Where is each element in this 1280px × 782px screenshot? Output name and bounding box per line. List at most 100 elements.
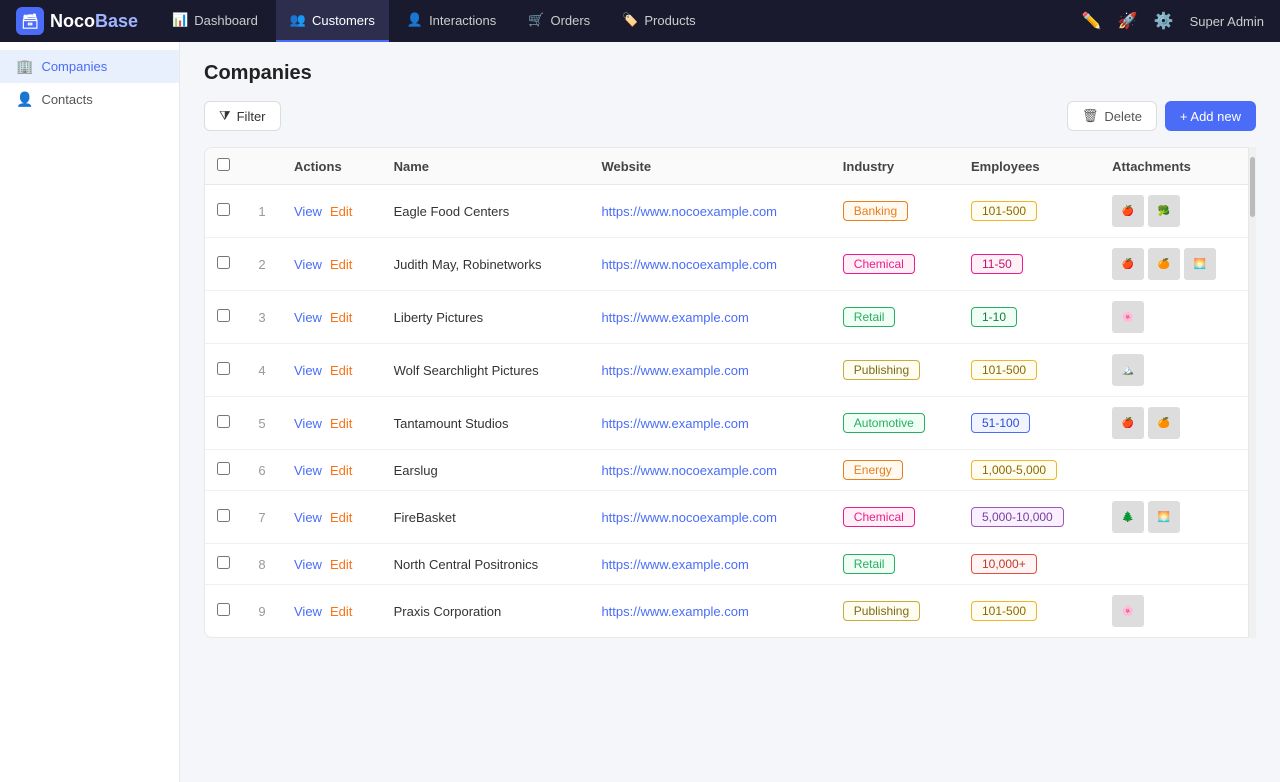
rocket-icon[interactable]: 🚀 <box>1118 11 1138 31</box>
employee-badge: 11-50 <box>971 254 1023 274</box>
row-number: 4 <box>242 344 282 397</box>
companies-table-wrap: Actions Name Website Industry Employees … <box>204 147 1256 638</box>
nav-customers-label: Customers <box>312 13 375 28</box>
row-actions: View Edit <box>282 544 382 585</box>
industry-badge: Publishing <box>843 360 920 380</box>
nav-right-section: ✏️ 🚀 ⚙️ Super Admin <box>1082 11 1264 31</box>
row-name: Tantamount Studios <box>382 397 590 450</box>
industry-badge: Retail <box>843 554 896 574</box>
edit-link[interactable]: Edit <box>330 310 352 325</box>
website-link[interactable]: https://www.example.com <box>601 363 748 378</box>
row-checkbox-0[interactable] <box>217 203 230 216</box>
delete-button[interactable]: 🗑 Delete <box>1067 101 1157 131</box>
edit-link[interactable]: Edit <box>330 363 352 378</box>
customers-icon: 👥 <box>290 12 306 28</box>
nav-customers[interactable]: 👥 Customers <box>276 0 389 42</box>
edit-link[interactable]: Edit <box>330 463 352 478</box>
row-website[interactable]: https://www.example.com <box>589 397 830 450</box>
add-new-button[interactable]: + Add new <box>1165 101 1256 131</box>
view-link[interactable]: View <box>294 363 322 378</box>
row-website[interactable]: https://www.nocoexample.com <box>589 450 830 491</box>
edit-link[interactable]: Edit <box>330 204 352 219</box>
edit-link[interactable]: Edit <box>330 416 352 431</box>
website-link[interactable]: https://www.nocoexample.com <box>601 204 777 219</box>
edit-link[interactable]: Edit <box>330 557 352 572</box>
row-website[interactable]: https://www.example.com <box>589 544 830 585</box>
attachment-thumbnails: 🍎🥦 <box>1112 195 1243 227</box>
dashboard-icon: 📊 <box>172 12 188 28</box>
nav-interactions-label: Interactions <box>429 13 496 28</box>
row-industry: Banking <box>831 185 959 238</box>
row-checkbox-7[interactable] <box>217 556 230 569</box>
row-website[interactable]: https://www.example.com <box>589 344 830 397</box>
website-link[interactable]: https://www.nocoexample.com <box>601 463 777 478</box>
nav-dashboard[interactable]: 📊 Dashboard <box>158 0 272 42</box>
row-attachments <box>1100 450 1255 491</box>
row-checkbox-6[interactable] <box>217 509 230 522</box>
row-website[interactable]: https://www.nocoexample.com <box>589 491 830 544</box>
view-link[interactable]: View <box>294 257 322 272</box>
row-name: FireBasket <box>382 491 590 544</box>
row-actions: View Edit <box>282 238 382 291</box>
row-attachments: 🌲🌅 <box>1100 491 1255 544</box>
row-actions: View Edit <box>282 291 382 344</box>
row-website[interactable]: https://www.example.com <box>589 585 830 638</box>
edit-link[interactable]: Edit <box>330 604 352 619</box>
row-checkbox-8[interactable] <box>217 603 230 616</box>
view-link[interactable]: View <box>294 416 322 431</box>
filter-icon: ⧩ <box>219 108 231 124</box>
select-all-checkbox[interactable] <box>217 158 230 171</box>
view-link[interactable]: View <box>294 204 322 219</box>
row-employees: 51-100 <box>959 397 1100 450</box>
edit-link[interactable]: Edit <box>330 257 352 272</box>
row-website[interactable]: https://www.nocoexample.com <box>589 238 830 291</box>
employee-badge: 101-500 <box>971 201 1037 221</box>
table-row: 7ViewEditFireBaskethttps://www.nocoexamp… <box>205 491 1255 544</box>
website-link[interactable]: https://www.nocoexample.com <box>601 257 777 272</box>
nav-interactions[interactable]: 👤 Interactions <box>393 0 510 42</box>
row-checkbox-1[interactable] <box>217 256 230 269</box>
row-name: Wolf Searchlight Pictures <box>382 344 590 397</box>
attachment-thumbnails: 🌸 <box>1112 301 1243 333</box>
sidebar-item-contacts[interactable]: 👤 Contacts <box>0 83 179 116</box>
row-actions: View Edit <box>282 585 382 638</box>
row-employees: 10,000+ <box>959 544 1100 585</box>
pencil-icon[interactable]: ✏️ <box>1082 11 1102 31</box>
nav-orders-label: Orders <box>550 13 590 28</box>
row-industry: Retail <box>831 544 959 585</box>
view-link[interactable]: View <box>294 310 322 325</box>
website-link[interactable]: https://www.nocoexample.com <box>601 510 777 525</box>
row-website[interactable]: https://www.nocoexample.com <box>589 185 830 238</box>
employee-badge: 51-100 <box>971 413 1030 433</box>
sidebar-contacts-label: Contacts <box>41 92 92 107</box>
website-link[interactable]: https://www.example.com <box>601 604 748 619</box>
row-employees: 1,000-5,000 <box>959 450 1100 491</box>
industry-badge: Chemical <box>843 507 915 527</box>
gear-icon[interactable]: ⚙️ <box>1154 11 1174 31</box>
view-link[interactable]: View <box>294 604 322 619</box>
website-link[interactable]: https://www.example.com <box>601 557 748 572</box>
scrollbar[interactable] <box>1248 147 1256 638</box>
row-website[interactable]: https://www.example.com <box>589 291 830 344</box>
edit-link[interactable]: Edit <box>330 510 352 525</box>
nav-products[interactable]: 🏷️ Products <box>608 0 710 42</box>
header-name: Name <box>382 148 590 185</box>
nav-orders[interactable]: 🛒 Orders <box>514 0 604 42</box>
view-link[interactable]: View <box>294 510 322 525</box>
row-checkbox-3[interactable] <box>217 362 230 375</box>
row-number: 9 <box>242 585 282 638</box>
header-actions: Actions <box>282 148 382 185</box>
website-link[interactable]: https://www.example.com <box>601 310 748 325</box>
row-checkbox-5[interactable] <box>217 462 230 475</box>
toolbar-left: ⧩ Filter <box>204 101 281 131</box>
companies-table: Actions Name Website Industry Employees … <box>205 148 1255 637</box>
row-checkbox-2[interactable] <box>217 309 230 322</box>
row-checkbox-4[interactable] <box>217 415 230 428</box>
website-link[interactable]: https://www.example.com <box>601 416 748 431</box>
delete-label: Delete <box>1104 109 1142 124</box>
filter-button[interactable]: ⧩ Filter <box>204 101 281 131</box>
view-link[interactable]: View <box>294 463 322 478</box>
sidebar-item-companies[interactable]: 🏢 Companies <box>0 50 179 83</box>
table-container: Actions Name Website Industry Employees … <box>204 147 1256 638</box>
view-link[interactable]: View <box>294 557 322 572</box>
